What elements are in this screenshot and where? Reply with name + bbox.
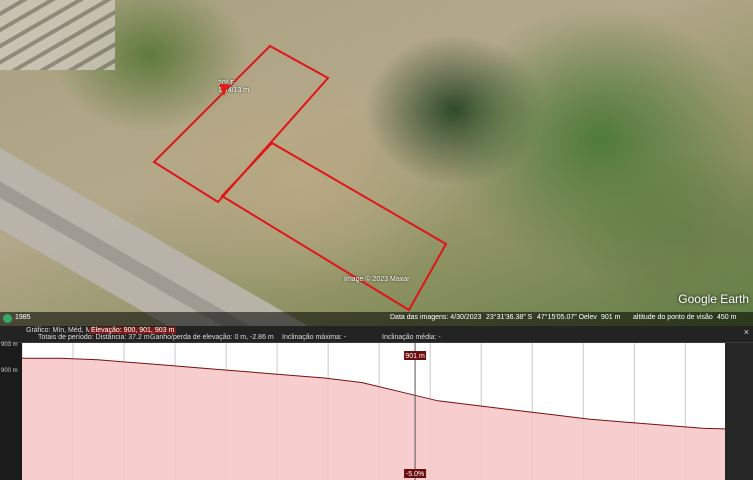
status-eye-alt-value: 450 m (717, 314, 737, 321)
elevation-graph[interactable]: 901 m -5.0% (22, 343, 725, 480)
historical-imagery-icon[interactable] (3, 314, 12, 323)
status-year: 1985 (15, 314, 31, 321)
status-latitude: 23°31'36.38" S (486, 314, 533, 321)
status-elev-label: elev (584, 314, 597, 321)
cursor-elevation-label-text: 901 m (405, 353, 425, 360)
lot-polygon-lower[interactable] (220, 141, 448, 312)
elevation-profile-panel: Gráfico: Mín, Méd, Máx: Elevação: 900, 9… (0, 326, 753, 480)
profile-gain-loss: Ganho/perda de elevação: 0 m, -2.86 m (150, 334, 274, 341)
status-eye-alt-label: altitude do ponto de visão (633, 314, 713, 321)
status-bar: 1985 Data das imagens: 4/30/2023 23°31'3… (0, 312, 753, 326)
y-tick-label: 903 m (1, 342, 18, 348)
status-imagery-date: Data das imagens: 4/30/2023 (390, 314, 482, 321)
placemark-pin-icon[interactable] (219, 84, 229, 96)
status-longitude: 47°15'05.07" O (537, 314, 585, 321)
satellite-map[interactable]: 20º F 13/4/13 m Image © 2023 Maxar Googl… (0, 0, 753, 326)
profile-avg-slope: Inclinação média: - (382, 334, 441, 341)
profile-header: Gráfico: Mín, Méd, Máx: Elevação: 900, 9… (0, 326, 753, 343)
close-icon[interactable]: × (744, 327, 749, 337)
cursor-slope-label: -5.0% (404, 469, 427, 478)
cursor-elevation-label: 901 m (404, 351, 427, 360)
cursor-slope-label-text: -5.0% (406, 471, 424, 478)
profile-range-totals: Totais de período: Distância: 37.2 m (38, 334, 150, 341)
imagery-credit: Image © 2023 Maxar (344, 276, 410, 283)
profile-right-strip (725, 343, 753, 480)
status-elev-value: 901 m (601, 314, 621, 321)
google-earth-logo: Google Earth (678, 292, 749, 306)
elevation-area (22, 358, 725, 480)
profile-elevation-stats[interactable]: Elevação: 900, 901, 903 m (89, 327, 177, 334)
elevation-chart-svg[interactable]: 901 m -5.0% (22, 343, 725, 480)
y-tick-label: 900 m (1, 368, 18, 374)
lot-polygon-upper[interactable] (152, 44, 330, 204)
profile-max-slope: Inclinação máxima: - (282, 334, 347, 341)
